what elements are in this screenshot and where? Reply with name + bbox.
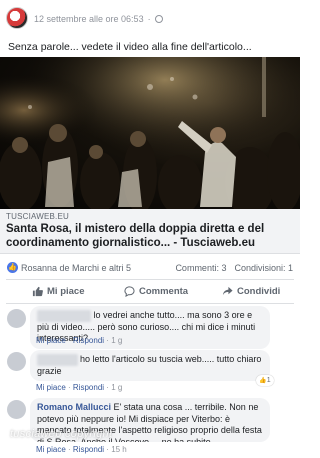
reaction-names[interactable]: Rosanna de Marchi e altri 5 bbox=[21, 263, 131, 273]
post-timestamp[interactable]: 12 settembre alle ore 06:53 bbox=[34, 14, 144, 24]
divider bbox=[6, 279, 294, 280]
comment-bubble: xxxxxxxxx ho letto l'articolo su tuscia … bbox=[30, 350, 270, 381]
commenter-avatar[interactable] bbox=[7, 352, 26, 371]
action-bar: Mi piace Commenta Condividi bbox=[0, 282, 300, 304]
comment-reply-link[interactable]: Rispondi bbox=[73, 445, 104, 454]
post-header: 12 settembre alle ore 06:53 · bbox=[0, 0, 300, 38]
comment-time[interactable]: 1 g bbox=[111, 383, 122, 392]
comment-time[interactable]: 15 h bbox=[111, 445, 127, 454]
comment-label: Commenta bbox=[139, 286, 189, 297]
comment-footer: Mi piace · Rispondi · 15 h bbox=[36, 445, 127, 454]
reactions-bar: 👍 Rosanna de Marchi e altri 5 Commenti: … bbox=[0, 258, 300, 278]
watermark: tusciaweb copyright bbox=[10, 428, 113, 440]
comment-time[interactable]: 1 g bbox=[111, 336, 122, 345]
share-button[interactable]: Condividi bbox=[222, 286, 280, 297]
like-reaction-icon[interactable]: 👍 bbox=[7, 262, 18, 273]
comment-reply-link[interactable]: Rispondi bbox=[73, 336, 104, 345]
commenter-name-redacted: xxxxxxxxxxxx bbox=[37, 310, 91, 322]
comment-like-link[interactable]: Mi piace bbox=[36, 445, 66, 454]
page-avatar[interactable] bbox=[6, 7, 28, 29]
comment-like-link[interactable]: Mi piace bbox=[36, 336, 66, 345]
commenter-avatar[interactable] bbox=[7, 400, 26, 419]
separator: · bbox=[147, 14, 151, 24]
commenter-name[interactable]: Romano Mallucci bbox=[37, 402, 111, 412]
comment-reply-link[interactable]: Rispondi bbox=[73, 383, 104, 392]
link-title[interactable]: Santa Rosa, il mistero della doppia dire… bbox=[6, 222, 296, 250]
like-button[interactable]: Mi piace bbox=[32, 286, 85, 297]
link-card[interactable]: TUSCIAWEB.EU Santa Rosa, il mistero dell… bbox=[0, 209, 300, 254]
post-text: Senza parole... vedete il video alla fin… bbox=[8, 41, 252, 53]
comment-like-badge[interactable]: 1 bbox=[256, 375, 274, 386]
engagement-counts: Commenti: 3 Condivisioni: 1 bbox=[175, 263, 293, 273]
comment-icon bbox=[124, 286, 135, 297]
comment-footer: Mi piace · Rispondi · 1 g bbox=[36, 336, 123, 345]
shares-count[interactable]: Condivisioni: 1 bbox=[234, 263, 293, 273]
like-label: Mi piace bbox=[47, 286, 85, 297]
post-meta: 12 settembre alle ore 06:53 · bbox=[34, 14, 163, 24]
comment-footer: Mi piace · Rispondi · 1 g bbox=[36, 383, 123, 392]
link-preview-image[interactable] bbox=[0, 57, 300, 209]
divider bbox=[6, 303, 294, 304]
commenter-name-redacted: xxxxxxxxx bbox=[37, 354, 78, 366]
commenter-avatar[interactable] bbox=[7, 309, 26, 328]
comment-like-link[interactable]: Mi piace bbox=[36, 383, 66, 392]
globe-icon bbox=[154, 15, 163, 23]
comment-button[interactable]: Commenta bbox=[124, 286, 188, 297]
comments-count[interactable]: Commenti: 3 bbox=[175, 263, 226, 273]
thumbs-up-icon bbox=[32, 286, 43, 297]
link-domain: TUSCIAWEB.EU bbox=[6, 212, 69, 221]
share-label: Condividi bbox=[237, 286, 281, 297]
crowd-night-photo bbox=[0, 57, 300, 209]
share-icon bbox=[222, 286, 233, 296]
